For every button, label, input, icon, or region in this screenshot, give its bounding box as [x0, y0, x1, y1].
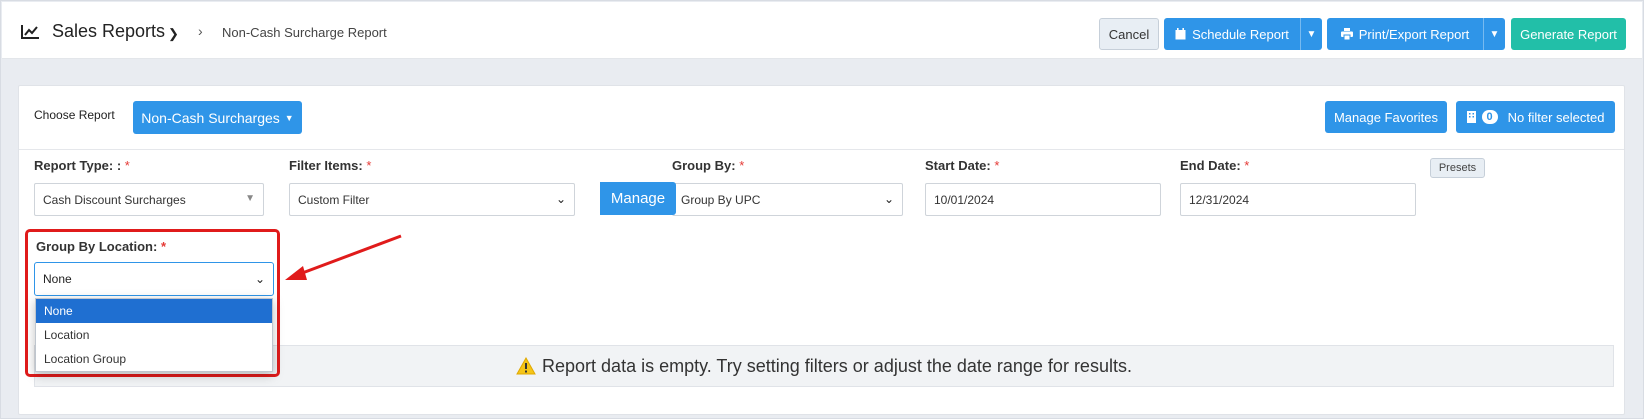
- schedule-report-label: Schedule Report: [1192, 26, 1289, 42]
- building-icon: [1466, 111, 1476, 123]
- end-date-label: End Date: *: [1180, 158, 1250, 173]
- filter-items-select[interactable]: Custom Filter ⌄: [289, 183, 575, 216]
- group-by-value: Group By UPC: [681, 192, 761, 207]
- chevron-down-icon: ▼: [284, 112, 294, 123]
- schedule-dropdown-toggle[interactable]: ▼: [1300, 18, 1322, 50]
- start-date-input[interactable]: 10/01/2024: [925, 183, 1161, 216]
- dropdown-option-location-group[interactable]: Location Group: [36, 347, 272, 371]
- cancel-button[interactable]: Cancel: [1099, 18, 1159, 50]
- app-frame: Sales Reports ❯ › Non-Cash Surcharge Rep…: [0, 0, 1644, 419]
- schedule-report-button[interactable]: Schedule Report ▼: [1164, 18, 1322, 50]
- generate-report-button[interactable]: Generate Report: [1511, 18, 1626, 50]
- top-bar: Sales Reports ❯ › Non-Cash Surcharge Rep…: [2, 2, 1642, 59]
- chevron-down-icon: ⌄: [254, 272, 265, 286]
- chevron-down-icon: ⌄: [555, 192, 566, 206]
- print-export-label: Print/Export Report: [1358, 26, 1470, 42]
- breadcrumb-current: Non-Cash Surcharge Report: [222, 25, 387, 40]
- filter-status-button[interactable]: 0 No filter selected: [1456, 101, 1615, 133]
- presets-button[interactable]: Presets: [1430, 158, 1485, 178]
- end-date-value: 12/31/2024: [1189, 192, 1250, 207]
- empty-report-text: Report data is empty. Try setting filter…: [542, 355, 1132, 376]
- start-date-value: 10/01/2024: [934, 192, 995, 207]
- group-by-select[interactable]: Group By UPC ⌄: [672, 183, 903, 216]
- chevron-right-icon: ›: [198, 23, 203, 39]
- filter-count-badge: 0: [1481, 110, 1498, 124]
- chart-line-icon: [21, 25, 39, 39]
- manage-favorites-button[interactable]: Manage Favorites: [1325, 101, 1447, 133]
- dropdown-option-none[interactable]: None: [36, 299, 272, 323]
- report-type-label: Report Type: : *: [34, 158, 130, 173]
- choose-report-label: Choose Report: [34, 108, 115, 122]
- report-card-header: Choose Report Non-Cash Surcharges ▼ Mana…: [19, 86, 1624, 150]
- selected-report-label: Non-Cash Surcharges: [141, 109, 280, 126]
- printer-icon: [1340, 28, 1353, 40]
- group-by-location-dropdown: None Location Location Group: [35, 298, 273, 372]
- group-by-location-label: Group By Location: *: [36, 239, 167, 254]
- print-dropdown-toggle[interactable]: ▼: [1483, 18, 1505, 50]
- dropdown-option-location[interactable]: Location: [36, 323, 272, 347]
- report-type-value: Cash Discount Surcharges: [43, 192, 186, 207]
- manage-filter-button[interactable]: Manage: [600, 182, 676, 215]
- choose-report-dropdown[interactable]: Non-Cash Surcharges ▼: [133, 101, 302, 134]
- group-by-label: Group By: *: [672, 158, 745, 173]
- filter-status-label: No filter selected: [1507, 109, 1605, 125]
- filter-items-value: Custom Filter: [298, 192, 370, 207]
- arrow-annotation: [285, 234, 402, 280]
- print-export-button[interactable]: Print/Export Report ▼: [1327, 18, 1505, 50]
- caret-down-icon: ▼: [245, 193, 255, 204]
- group-by-location-select[interactable]: None ⌄: [34, 262, 274, 296]
- calendar-icon: [1175, 28, 1186, 40]
- page-title[interactable]: Sales Reports: [52, 21, 165, 42]
- end-date-input[interactable]: 12/31/2024: [1180, 183, 1416, 216]
- chevron-down-icon[interactable]: ❯: [168, 26, 179, 42]
- warning-icon: [516, 357, 536, 375]
- filter-items-label: Filter Items: *: [289, 158, 372, 173]
- group-by-location-value: None: [43, 272, 72, 286]
- chevron-down-icon: ⌄: [883, 192, 894, 206]
- start-date-label: Start Date: *: [925, 158, 1000, 173]
- report-type-select[interactable]: Cash Discount Surcharges ▼: [34, 183, 264, 216]
- highlight-box: Group By Location: * None ⌄ None Locatio…: [25, 229, 280, 377]
